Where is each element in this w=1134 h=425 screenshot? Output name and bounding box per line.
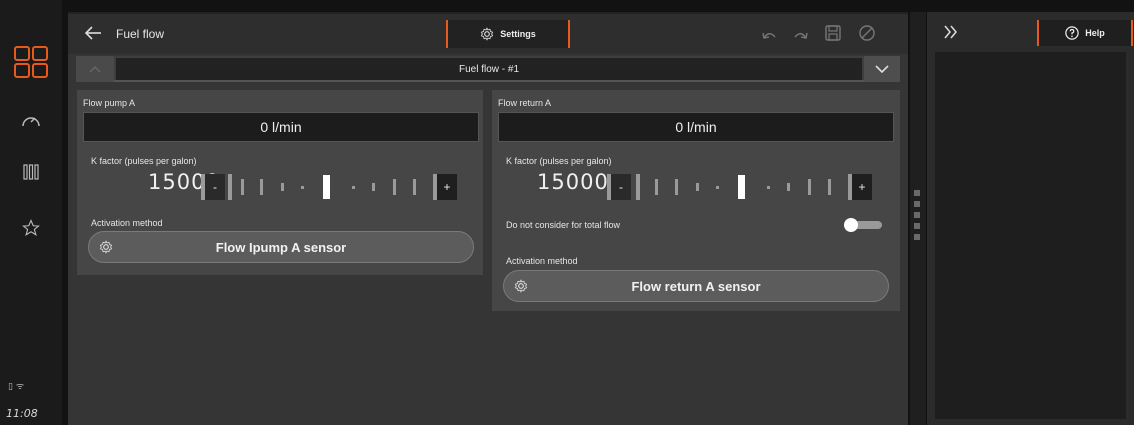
panel-resize-handle[interactable] xyxy=(910,12,926,425)
activation-value: Flow Ipump A sensor xyxy=(215,239,347,255)
slider-thumb[interactable] xyxy=(323,175,330,199)
k-factor-increase-button[interactable]: + xyxy=(848,174,872,200)
gear-icon xyxy=(481,27,494,41)
columns-icon[interactable] xyxy=(0,160,62,184)
gear-icon xyxy=(514,279,528,293)
redo-icon[interactable] xyxy=(792,26,810,44)
help-content xyxy=(935,52,1126,419)
settings-label: Settings xyxy=(500,29,536,39)
speedometer-icon[interactable] xyxy=(0,108,62,132)
status-icons: ▯ ᯤ xyxy=(8,382,25,392)
slider-tick xyxy=(655,179,658,195)
flow-value: 0 l/min xyxy=(83,112,479,142)
help-button[interactable]: Help xyxy=(1037,20,1133,46)
slider-tick xyxy=(767,186,770,189)
flow-pump-a-card: Flow pump A 0 l/min K factor (pulses per… xyxy=(77,90,483,275)
k-factor-label: K factor (pulses per galon) xyxy=(91,156,197,166)
top-bar: Fuel flow Settings xyxy=(68,14,908,54)
grid-apps-icon[interactable] xyxy=(0,40,62,84)
page-title: Fuel flow xyxy=(116,27,165,41)
star-icon[interactable] xyxy=(0,216,62,240)
activation-label: Activation method xyxy=(91,218,163,228)
slider-tick xyxy=(228,174,232,200)
help-label: Help xyxy=(1085,28,1105,38)
flow-label: Flow return A xyxy=(498,98,552,108)
handle-dot xyxy=(914,201,920,207)
main-panel: Fuel flow Settings Fuel flow - #1 Flow p… xyxy=(68,12,908,425)
slider-tick xyxy=(413,179,416,195)
flow-value: 0 l/min xyxy=(498,112,894,142)
settings-button[interactable]: Settings xyxy=(446,20,570,48)
help-bar: Help xyxy=(927,12,1134,52)
slider-tick xyxy=(352,186,355,189)
flow-label: Flow pump A xyxy=(83,98,136,108)
back-arrow-icon[interactable] xyxy=(84,24,102,42)
slider-tick xyxy=(828,179,831,195)
cancel-icon[interactable] xyxy=(858,24,876,42)
handle-dot xyxy=(914,223,920,229)
slider-tick xyxy=(241,179,244,195)
help-panel: Help xyxy=(927,12,1134,425)
slider-tick xyxy=(636,174,640,200)
minus-label: - xyxy=(619,180,623,194)
slider-tick xyxy=(696,183,699,191)
exclude-total-label: Do not consider for total flow xyxy=(506,220,621,230)
collapse-panel-icon[interactable] xyxy=(943,25,959,39)
plus-label: + xyxy=(443,180,451,194)
slider-tick xyxy=(281,183,284,191)
activation-label: Activation method xyxy=(506,256,578,266)
handle-dot xyxy=(914,234,920,240)
activation-method-button[interactable]: Flow Ipump A sensor xyxy=(88,231,474,263)
handle-dot xyxy=(914,190,920,196)
selector-value: Fuel flow - #1 xyxy=(116,58,862,80)
exclude-total-toggle[interactable] xyxy=(844,218,882,232)
undo-icon[interactable] xyxy=(760,26,778,44)
k-factor-label: K factor (pulses per galon) xyxy=(506,156,612,166)
help-icon xyxy=(1065,26,1079,40)
plus-label: + xyxy=(858,180,866,194)
app-root: ▯ ᯤ 11:08 Fuel flow Settings Fuel flow -… xyxy=(0,0,1134,425)
chevron-up-icon xyxy=(89,66,101,73)
slider-tick xyxy=(808,179,811,195)
fuel-flow-selector[interactable]: Fuel flow - #1 xyxy=(76,56,900,82)
slider-tick xyxy=(787,183,790,191)
slider-tick xyxy=(372,183,375,191)
gear-icon xyxy=(99,240,113,254)
minus-label: - xyxy=(213,180,217,194)
k-factor-increase-button[interactable]: + xyxy=(433,174,457,200)
previous-button[interactable] xyxy=(76,56,114,82)
slider-tick xyxy=(675,179,678,195)
slider-tick xyxy=(716,186,719,189)
k-factor-value[interactable]: 15000 xyxy=(537,170,609,194)
clock: 11:08 xyxy=(6,407,38,420)
flow-return-a-card: Flow return A 0 l/min K factor (pulses p… xyxy=(492,90,900,311)
slider-tick xyxy=(393,179,396,195)
slider-tick xyxy=(260,179,263,195)
slider-tick xyxy=(301,186,304,189)
activation-method-button[interactable]: Flow return A sensor xyxy=(503,270,889,302)
left-rail: ▯ ᯤ 11:08 xyxy=(0,0,62,425)
toggle-knob xyxy=(844,218,858,232)
k-factor-decrease-button[interactable]: - xyxy=(607,174,631,200)
chevron-down-icon xyxy=(875,65,889,73)
handle-dot xyxy=(914,212,920,218)
slider-thumb[interactable] xyxy=(738,175,745,199)
k-factor-decrease-button[interactable]: - xyxy=(201,174,225,200)
save-icon[interactable] xyxy=(824,24,842,42)
next-button[interactable] xyxy=(864,56,900,82)
activation-value: Flow return A sensor xyxy=(631,278,761,294)
